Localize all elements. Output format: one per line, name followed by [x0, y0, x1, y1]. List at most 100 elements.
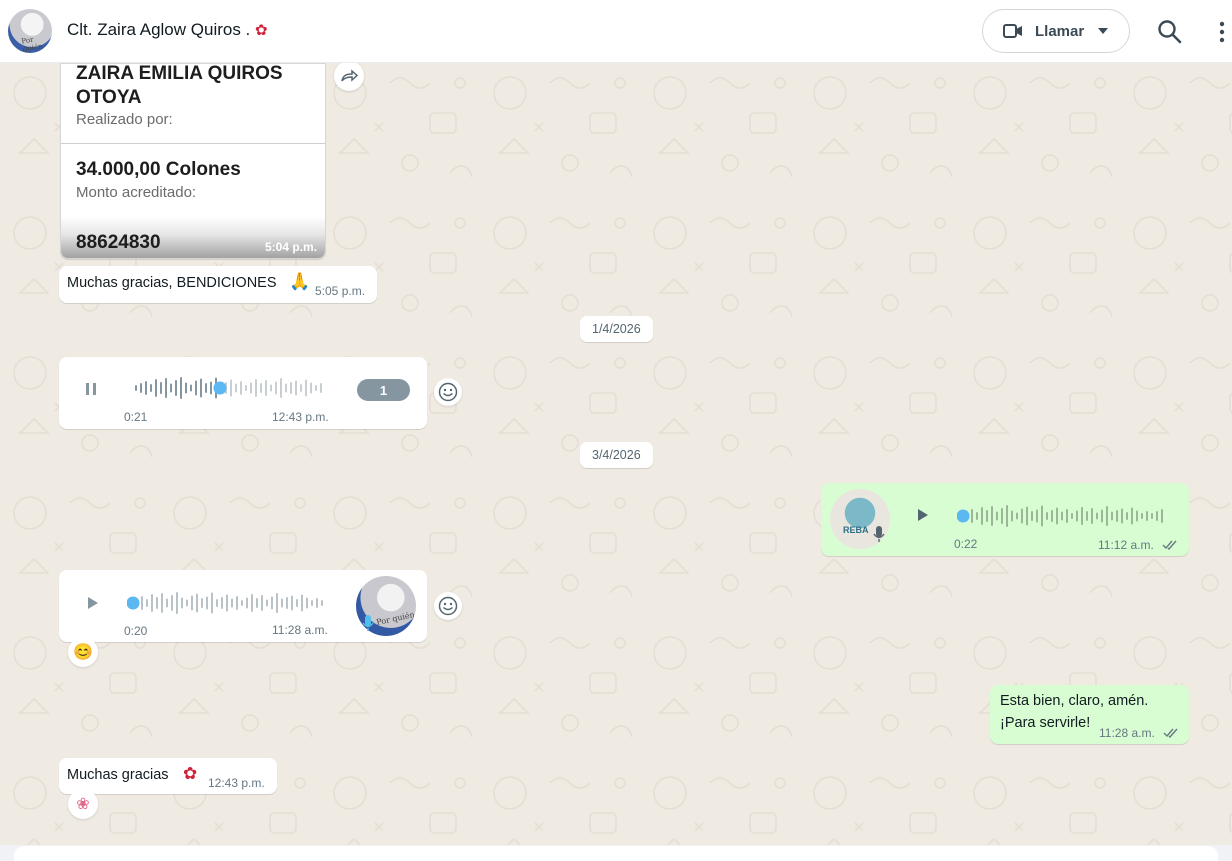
message-text-line-2: ¡Para servirle!: [1000, 715, 1091, 731]
waveform-bar: [140, 383, 142, 393]
message-text-line-1: Esta bien, claro, amén.: [1000, 693, 1149, 709]
call-button[interactable]: Llamar: [982, 9, 1130, 53]
contact-name[interactable]: Clt. Zaira Aglow Quiros . ✿: [67, 20, 268, 40]
receipt-payer-label: Realizado por:: [76, 111, 173, 128]
waveform-bar: [200, 378, 202, 398]
waveform-bar: [1041, 505, 1043, 527]
waveform-bar: [286, 597, 288, 609]
message-text: Muchas gracias: [67, 767, 169, 783]
waveform-bar: [176, 592, 178, 614]
chevron-down-icon: [1098, 28, 1109, 34]
contact-avatar[interactable]: Por quién: [8, 9, 52, 53]
incoming-text-message[interactable]: Muchas gracias, BENDICIONES 🙏 5:05 p.m.: [59, 266, 377, 303]
waveform-bar: [281, 598, 283, 608]
waveform-bar: [196, 593, 198, 613]
waveform-bar: [185, 382, 187, 394]
playhead-dot[interactable]: [213, 381, 227, 395]
avatar-scribble: Por quién: [375, 610, 416, 627]
waveform-bar: [1086, 511, 1088, 521]
waveform-bar: [1001, 508, 1003, 524]
emoji-icon: [438, 382, 458, 402]
waveform-bar: [991, 506, 993, 526]
waveform-bar: [280, 378, 282, 398]
waveform-bar: [181, 597, 183, 609]
waveform-bar: [150, 384, 152, 392]
waveform-bar: [1036, 509, 1038, 523]
incoming-voice-message[interactable]: 0:20 11:28 a.m. Por quién: [59, 570, 427, 642]
hibiscus-emoji: ✿: [183, 764, 198, 783]
waveform-bar: [971, 509, 973, 523]
waveform-bar: [191, 595, 193, 611]
receipt-amount-label: Monto acreditado:: [76, 184, 197, 201]
message-meta: 11:12 a.m.: [1098, 536, 1178, 554]
waveform-bar: [295, 380, 297, 396]
outgoing-text-message[interactable]: Esta bien, claro, amén. ¡Para servirle! …: [990, 685, 1189, 744]
waveform-bar: [1076, 510, 1078, 522]
waveform-bar: [1071, 513, 1073, 519]
voice-duration: 0:20: [124, 624, 148, 638]
waveform-bar: [1131, 507, 1133, 525]
receipt-payer-name: ZAIRA EMILIA QUIROS OTOYA: [76, 63, 283, 108]
playback-speed-button[interactable]: 1: [357, 379, 410, 401]
play-icon[interactable]: [87, 596, 99, 610]
voice-duration: 0:21: [124, 410, 148, 424]
double-check-icon: [1162, 540, 1177, 550]
waveform-bar: [205, 383, 207, 393]
waveform-bar: [315, 385, 317, 391]
waveform-bar: [271, 596, 273, 610]
waveform-bar: [276, 593, 278, 613]
playhead-dot[interactable]: [957, 509, 970, 523]
incoming-text-message[interactable]: Muchas gracias ✿ 12:43 p.m.: [59, 758, 277, 794]
pause-icon[interactable]: [84, 381, 98, 397]
search-icon[interactable]: [1157, 19, 1183, 45]
waveform-bar: [1046, 512, 1048, 520]
waveform-bar: [135, 385, 137, 391]
reaction-smile[interactable]: 😊: [68, 637, 98, 667]
date-separator: 3/4/2026: [580, 442, 653, 468]
waveform-bar: [240, 381, 242, 395]
incoming-voice-message[interactable]: 0:21 12:43 p.m. 1: [59, 357, 427, 429]
date-separator: 1/4/2026: [580, 316, 653, 342]
message-input[interactable]: [14, 846, 1218, 861]
reaction-flower[interactable]: ❀: [68, 789, 98, 819]
message-list[interactable]: ZAIRA EMILIA QUIROS OTOYA Realizado por:…: [0, 63, 1232, 861]
more-vert-icon[interactable]: [1212, 19, 1232, 45]
play-icon[interactable]: [917, 508, 929, 522]
outgoing-voice-message[interactable]: REBA 0:22 11:12 a.m.: [821, 483, 1189, 556]
double-check-icon: [1163, 728, 1178, 738]
waveform-bar: [235, 383, 237, 393]
waveform-bar: [1056, 507, 1058, 525]
waveform-bar: [1066, 509, 1068, 523]
chat-header: Por quién Clt. Zaira Aglow Quiros . ✿ Ll…: [0, 0, 1232, 63]
waveform-bar: [145, 381, 147, 395]
praying-hands-emoji: 🙏: [289, 272, 311, 291]
voice-waveform[interactable]: [131, 375, 327, 401]
waveform-bar: [186, 599, 188, 607]
receipt-amount: 34.000,00 Colones: [76, 159, 241, 180]
waveform-bar: [221, 597, 223, 609]
react-emoji-button[interactable]: [434, 592, 462, 620]
message-time: 12:43 p.m.: [208, 776, 265, 790]
waveform-bar: [1116, 510, 1118, 522]
microphone-icon: [362, 615, 374, 631]
waveform-bar: [1026, 506, 1028, 526]
waveform-bar: [246, 597, 248, 609]
voice-waveform[interactable]: [957, 503, 1167, 529]
waveform-bar: [275, 381, 277, 395]
receipt-image-message[interactable]: ZAIRA EMILIA QUIROS OTOYA Realizado por:…: [60, 63, 326, 259]
waveform-bar: [245, 385, 247, 391]
waveform-bar: [211, 592, 213, 614]
waveform-bar: [270, 384, 272, 392]
waveform-bar: [316, 598, 318, 608]
waveform-bar: [216, 599, 218, 607]
microphone-icon: [873, 526, 885, 542]
waveform-bar: [160, 382, 162, 394]
forward-arrow-icon: [341, 69, 358, 82]
waveform-bar: [1016, 512, 1018, 520]
waveform-bar: [996, 511, 998, 521]
voice-waveform[interactable]: [127, 590, 327, 616]
react-emoji-button[interactable]: [434, 378, 462, 406]
waveform-bar: [1021, 508, 1023, 524]
message-meta: 11:28 a.m.: [1099, 724, 1179, 742]
playhead-dot[interactable]: [127, 596, 140, 610]
